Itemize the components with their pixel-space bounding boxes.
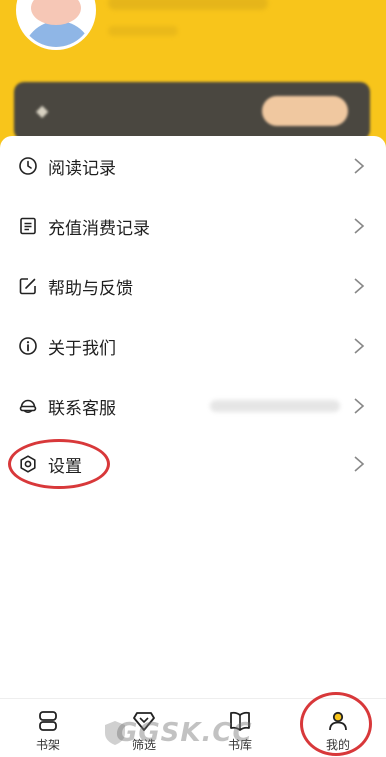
diamond-icon: ◆ — [36, 101, 49, 120]
service-hours-blurred — [210, 400, 340, 412]
menu-item-label: 设置 — [48, 456, 82, 477]
chevron-right-icon — [354, 158, 365, 174]
watermark-text: GGSK.CC — [116, 718, 253, 748]
settings-icon — [18, 454, 38, 474]
avatar[interactable] — [16, 0, 96, 50]
menu-item-label: 帮助与反馈 — [48, 278, 133, 299]
avatar-shirt — [23, 21, 93, 47]
menu-item-label: 联系客服 — [48, 398, 116, 419]
user-icon — [329, 711, 347, 731]
menu-item-recharge-records[interactable]: 充值消费记录 — [0, 196, 386, 256]
user-name-blurred — [108, 0, 268, 10]
menu-item-settings[interactable]: 设置 — [0, 434, 386, 494]
chevron-right-icon — [354, 338, 365, 354]
menu-item-help-feedback[interactable]: 帮助与反馈 — [0, 256, 386, 316]
tab-label: 书架 — [35, 738, 60, 752]
menu-item-reading-history[interactable]: 阅读记录 — [0, 136, 386, 196]
menu-item-about-us[interactable]: 关于我们 — [0, 316, 386, 376]
vip-open-button[interactable] — [262, 96, 348, 126]
bookshelf-icon — [39, 711, 57, 731]
menu-sheet: 阅读记录 充值消费记录 帮助与反馈 关于我们 联系客服 设置 — [0, 136, 386, 698]
tab-mine[interactable]: 我的 — [290, 699, 386, 757]
menu-item-label: 阅读记录 — [48, 158, 116, 179]
chevron-right-icon — [354, 278, 365, 294]
chevron-right-icon — [354, 218, 365, 234]
tab-bookshelf[interactable]: 书架 — [0, 699, 96, 757]
info-icon — [18, 336, 38, 356]
menu-item-label: 充值消费记录 — [48, 218, 150, 239]
chevron-right-icon — [354, 398, 365, 414]
clock-icon — [18, 156, 38, 176]
customer-service-icon — [18, 396, 38, 416]
chevron-right-icon — [354, 456, 365, 472]
menu-item-customer-service[interactable]: 联系客服 — [0, 376, 386, 436]
tab-label: 我的 — [325, 738, 350, 752]
vip-card[interactable]: ◆ — [14, 82, 370, 140]
profile-header: ◆ — [0, 0, 386, 150]
user-subtitle-blurred — [108, 26, 178, 36]
menu-item-label: 关于我们 — [48, 338, 116, 359]
avatar-face — [31, 0, 81, 25]
receipt-icon — [18, 216, 38, 236]
edit-icon — [18, 276, 38, 296]
